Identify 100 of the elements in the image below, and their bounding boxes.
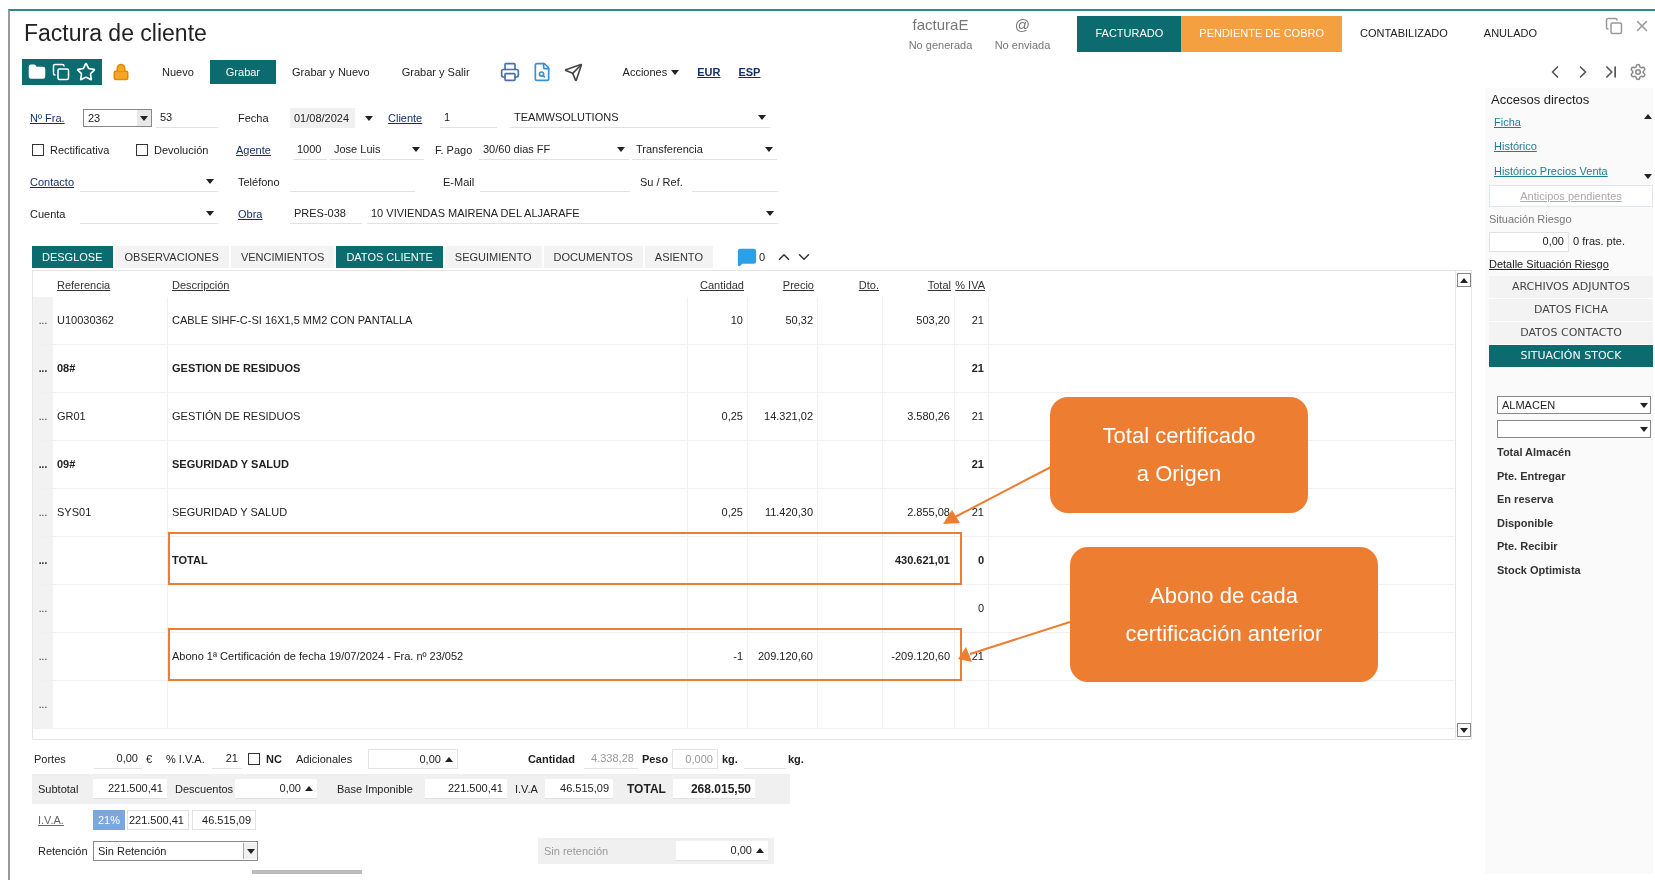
table-cell-text: 503,20 [916,313,950,329]
input-field[interactable]: 0,00 [367,749,458,769]
comment-icon[interactable] [736,247,757,267]
contact-link[interactable]: Contacto [30,173,80,191]
table-cell-text: -209.120,60 [891,649,950,665]
toolbar-button[interactable]: Grabar y Nuevo [276,60,386,84]
input-field[interactable]: 268.015,50 [673,779,755,799]
warehouse-select[interactable]: ALMACEN [1497,396,1651,414]
row-menu-button[interactable]: ... [33,537,53,584]
caret-icon [412,147,420,152]
column-header[interactable]: Dto. [858,276,879,293]
einvoice-status: No enviada [994,37,1051,53]
einvoice-title: facturaE [912,15,969,35]
send-icon[interactable] [563,62,583,82]
caret-icon [365,115,373,121]
lock-icon[interactable] [112,63,130,81]
row-menu-button[interactable]: ... [33,393,53,440]
date-field[interactable]: 01/08/2024 [290,108,355,128]
tab[interactable]: VENCIMIENTOS [230,246,335,268]
table-cell-text: SEGURIDAD Y SALUD [172,457,289,473]
label: Disponible [1497,515,1555,531]
label: Descuentos [175,781,235,797]
table-cell-text: 10 [730,313,743,329]
toolbar-button[interactable]: Grabar y Salir [385,60,486,84]
folder-icon[interactable] [28,63,46,81]
checkbox[interactable] [32,144,44,156]
column-header[interactable]: Referencia [57,276,111,293]
withholding-select[interactable]: Sin Retención [93,841,258,861]
table-cell-text: GR01 [57,409,86,425]
project-link[interactable]: Obra [238,205,290,223]
label: Total Almacén [1497,445,1572,460]
table-cell-text: 2.855,08 [907,505,950,521]
input-field[interactable]: 46.515,09 [545,779,613,799]
scroll-up-button[interactable] [1456,273,1471,287]
tab[interactable]: DATOS CLIENTE [336,246,443,268]
panel-section-button[interactable]: DATOS CONTACTO [1489,322,1653,345]
column-header[interactable]: Total [927,276,951,293]
status-tab[interactable]: FACTURADO [1077,15,1182,52]
column-header[interactable]: Precio [782,276,814,293]
row-menu-button[interactable]: ... [33,297,53,344]
toolbar-button[interactable]: Nuevo [146,60,210,84]
label: Rectificativa [50,142,110,158]
shortcut-link[interactable]: Histórico Precios Venta [1494,162,1643,179]
window-title: Factura de cliente [24,19,207,49]
input-field[interactable]: 0,00 [235,779,317,799]
settings-icon[interactable] [1629,63,1647,81]
vat-link[interactable]: I.V.A. [38,811,93,829]
column-header[interactable]: Cantidad [699,276,744,293]
input-field[interactable]: 221.500,41 [127,810,189,830]
einvoice-status: No generada [908,37,973,53]
table-cell-text: 0 [977,601,984,617]
client-link[interactable]: Cliente [388,109,440,127]
toolbar-button[interactable]: Grabar [209,60,277,84]
panel-section-button[interactable]: ARCHIVOS ADJUNTOS [1489,276,1653,299]
restore-icon[interactable] [1605,17,1623,35]
caret-icon [206,211,214,216]
printer-icon[interactable] [499,62,520,82]
column-header[interactable]: Descripción [172,276,230,293]
language-link[interactable]: ESP [738,63,761,81]
location-select[interactable] [1497,420,1651,438]
shortcut-link[interactable]: Histórico [1494,138,1643,155]
label: Sin retención [544,843,609,859]
row-menu-button[interactable]: ... [33,681,53,728]
invoice-number-link[interactable]: Nº Fra. [30,109,83,127]
input-field[interactable]: 46.515,09 [192,810,256,830]
star-icon[interactable] [76,62,96,82]
row-menu-button[interactable]: ... [33,633,53,680]
panel-section-button[interactable]: SITUACIÓN STOCK [1489,345,1653,368]
panel-section-button[interactable]: DATOS FICHA [1489,299,1653,322]
row-menu-button[interactable]: ... [33,441,53,488]
increment-icon [756,848,764,853]
series-select[interactable]: 23 [83,109,152,127]
input-field[interactable]: 0,00 [1489,231,1569,252]
currency-link[interactable]: EUR [697,63,721,81]
shortcut-link[interactable]: Ficha [1494,113,1643,130]
table-cell-text: 08# [57,361,76,377]
row-menu-button[interactable]: ... [33,489,53,536]
tab[interactable]: DESGLOSE [32,246,113,268]
table-cell-text: 430.621,01 [894,553,950,569]
scrollbar-thumb[interactable] [252,870,362,874]
input-field[interactable]: 221.500,41 [93,779,167,799]
input-field[interactable]: 0,00 [676,841,768,861]
checkbox[interactable] [136,144,148,156]
scroll-up-icon [1644,113,1652,119]
risk-detail-link[interactable]: Detalle Situación Riesgo [1489,255,1653,272]
row-menu-button[interactable]: ... [33,345,53,392]
checkbox[interactable] [248,753,260,765]
tab[interactable]: ASIENTO [644,246,713,268]
agent-link[interactable]: Agente [236,141,293,159]
label: Teléfono [238,174,281,190]
row-menu-button[interactable]: ... [33,585,53,632]
copy-icon[interactable] [52,63,70,81]
column-header[interactable]: % IVA [955,276,985,293]
tab[interactable]: DOCUMENTOS [543,246,643,268]
tab[interactable]: OBSERVACIONES [114,246,229,268]
actions-menu-button[interactable]: Acciones [622,63,680,81]
scroll-down-button[interactable] [1456,723,1471,737]
input-field[interactable]: 221.500,41 [425,779,507,799]
table-cell-text: GESTIÓN DE RESIDUOS [172,409,301,425]
tab[interactable]: SEGUIMIENTO [444,246,542,268]
